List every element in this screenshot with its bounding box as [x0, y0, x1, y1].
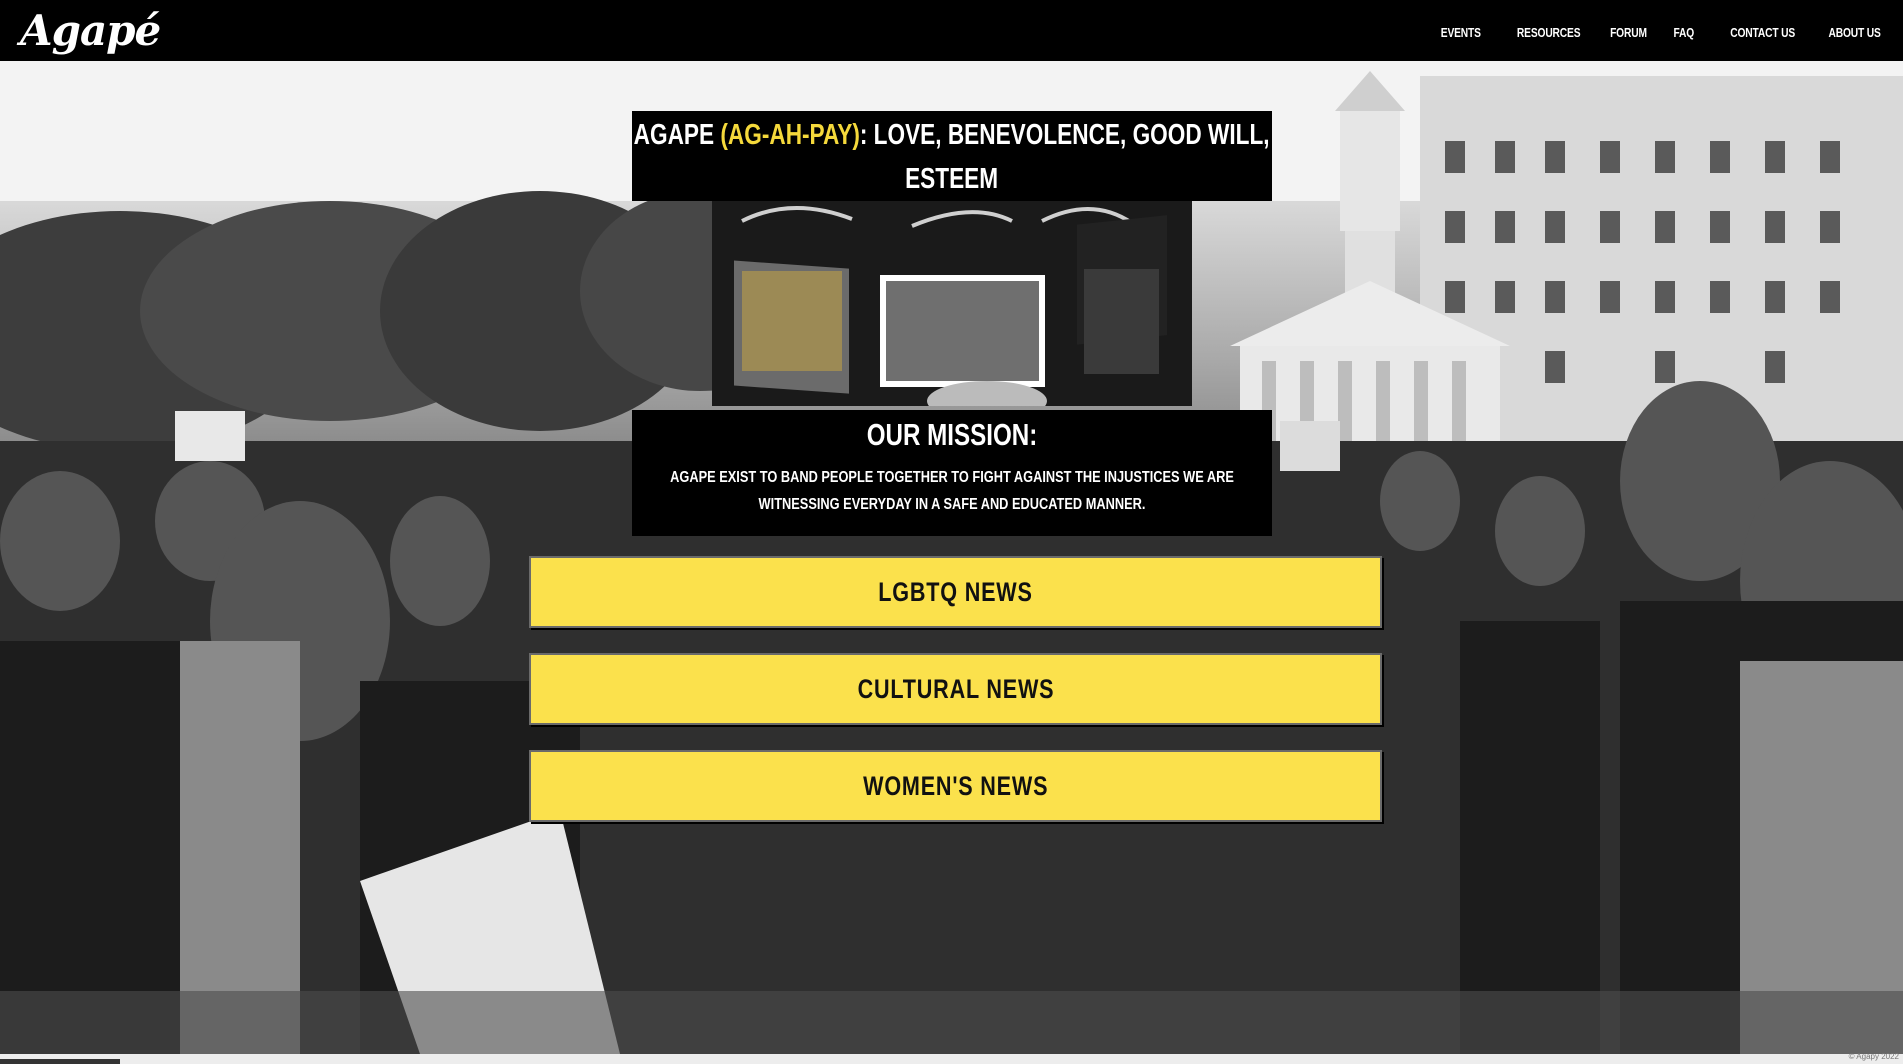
media-collage [712, 201, 1192, 421]
nav-link-faq[interactable]: FAQ [1674, 26, 1695, 40]
mission-title: OUR MISSION: [866, 417, 1038, 452]
media-collage-image [712, 201, 1192, 421]
lgbtq-news-label: LGBTQ NEWS [878, 576, 1033, 607]
nav-links: EVENTS RESOURCES FORUM FAQ CONTACT US AB… [1432, 26, 1881, 40]
agape-logo[interactable]: Agapé [20, 9, 161, 52]
headline-pronunciation: (AG-AH-PAY) [720, 119, 861, 151]
mission-section: OUR MISSION: AGAPE EXIST TO BAND PEOPLE … [632, 410, 1272, 536]
lgbtq-news-button[interactable]: LGBTQ NEWS [529, 556, 1382, 628]
headline-word: AGAPE [634, 119, 721, 151]
agape-definition-banner: AGAPE (AG-AH-PAY): LOVE, BENEVOLENCE, GO… [632, 111, 1272, 201]
nav-link-contact-us[interactable]: CONTACT US [1731, 26, 1796, 40]
nav-link-resources[interactable]: RESOURCES [1517, 26, 1581, 40]
cultural-news-button[interactable]: CULTURAL NEWS [529, 653, 1382, 725]
headline-definition: : LOVE, BENEVOLENCE, GOOD WILL, ESTEEM [860, 119, 1270, 195]
mission-text: AGAPE EXIST TO BAND PEOPLE TOGETHER TO F… [670, 469, 1234, 513]
horizontal-scrollbar[interactable] [0, 1059, 120, 1064]
top-nav: Agapé EVENTS RESOURCES FORUM FAQ CONTACT… [0, 0, 1903, 61]
footer-bar [0, 1054, 1903, 1064]
copyright-text: © Agapy 2022 [1848, 1052, 1899, 1061]
nav-link-events[interactable]: EVENTS [1441, 26, 1481, 40]
nav-link-about-us[interactable]: ABOUT US [1829, 26, 1881, 40]
womens-news-button[interactable]: WOMEN'S NEWS [529, 750, 1382, 822]
womens-news-label: WOMEN'S NEWS [862, 770, 1049, 801]
nav-link-forum[interactable]: FORUM [1610, 26, 1647, 40]
cultural-news-label: CULTURAL NEWS [857, 673, 1054, 704]
